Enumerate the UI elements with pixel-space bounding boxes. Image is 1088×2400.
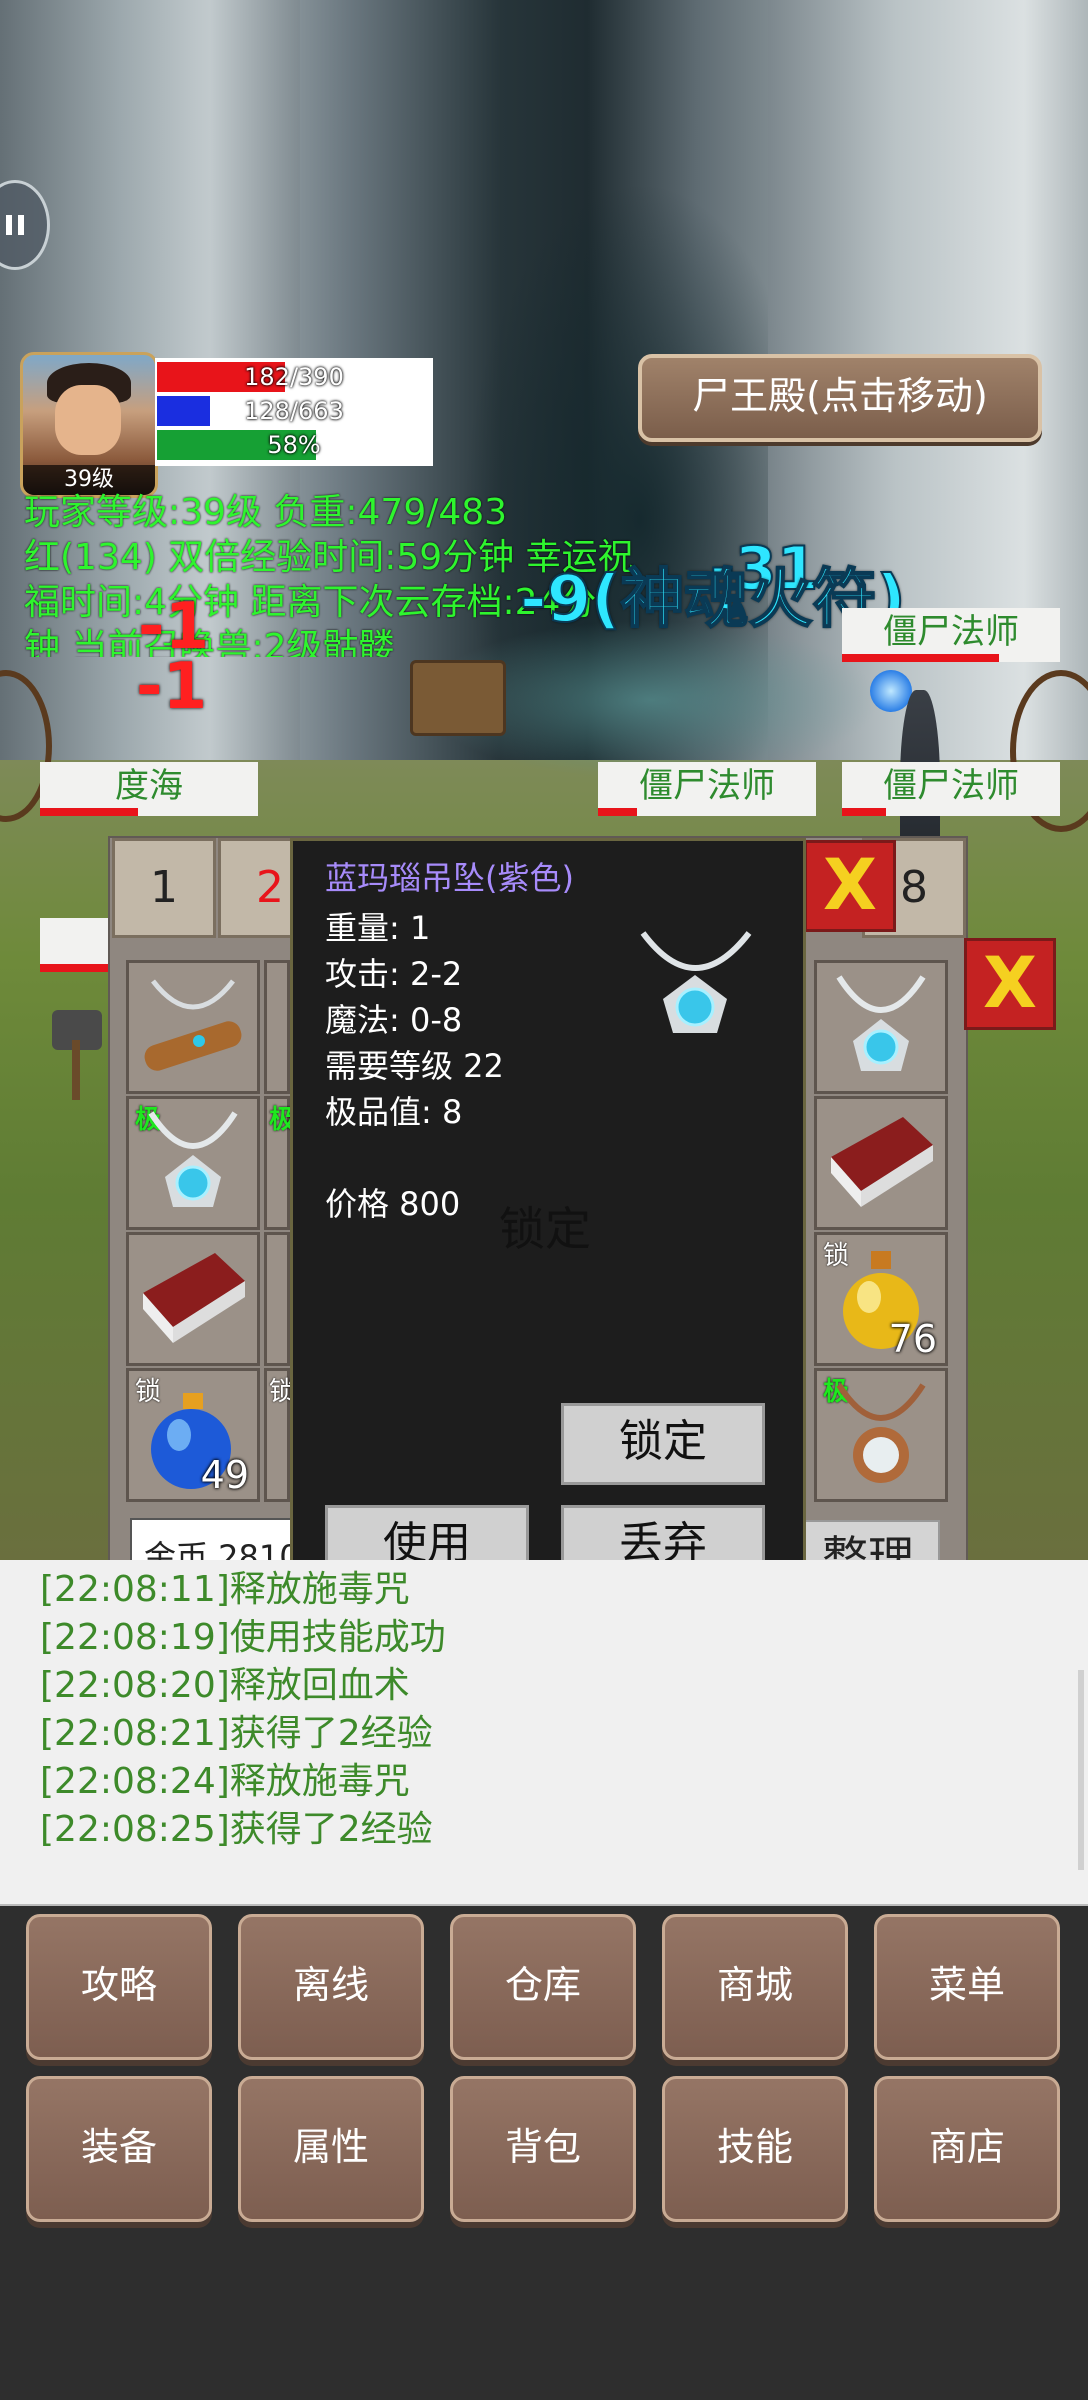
player-status-bars: 182/390 128/663 58% [155, 358, 433, 466]
hp-bar: 182/390 [157, 360, 431, 394]
battle-log[interactable]: [22:08:11]释放施毒咒 [22:08:19]使用技能成功 [22:08:… [0, 1560, 1088, 1906]
menu-button-mall[interactable]: 商城 [662, 1914, 848, 2060]
monster-tag[interactable]: 度海 [40, 762, 258, 816]
inventory-slot[interactable] [126, 1232, 260, 1366]
exp-bar: 58% [157, 428, 431, 462]
damage-number: -1 [136, 650, 208, 724]
hammer-handle [72, 1040, 80, 1100]
mp-text: 128/663 [244, 397, 344, 425]
inventory-slot-partial[interactable]: 极 [264, 1096, 295, 1230]
inventory-slot-partial[interactable] [264, 1232, 290, 1366]
hp-text: 182/390 [244, 363, 344, 391]
monster-name: 僵尸法师 [883, 766, 1019, 806]
locked-watermark: 锁定 [499, 1202, 591, 1256]
inventory-slot-partial[interactable] [264, 960, 290, 1094]
menu-button-equipment[interactable]: 装备 [26, 2076, 212, 2222]
item-price: 价格 800 [325, 1185, 461, 1223]
location-move-button[interactable]: 尸王殿(点击移动) [638, 354, 1042, 442]
necklace-icon [640, 931, 752, 1033]
menu-button-shop[interactable]: 商店 [874, 2076, 1060, 2222]
inventory-close-button[interactable]: X [804, 840, 896, 932]
inventory-slot[interactable] [814, 1096, 948, 1230]
necklace-icon [836, 975, 926, 1071]
close-icon: X [823, 844, 877, 926]
pause-icon-bar [6, 215, 12, 235]
log-line: [22:08:11]释放施毒咒 [40, 1569, 410, 1610]
mirror-necklace-icon [836, 1383, 926, 1483]
wooden-cart [410, 660, 506, 736]
log-line: [22:08:21]获得了2经验 [40, 1713, 433, 1754]
inventory-slot[interactable]: 锁 76 [814, 1232, 948, 1366]
monster-hp-bar [842, 654, 999, 662]
menu-button-attributes[interactable]: 属性 [238, 2076, 424, 2222]
necklace-icon [148, 1111, 238, 1207]
menu-button-backpack[interactable]: 背包 [450, 2076, 636, 2222]
log-line: [22:08:24]释放施毒咒 [40, 1761, 410, 1802]
close-icon: X [983, 942, 1037, 1024]
item-magic: 魔法: 0-8 [325, 1001, 463, 1039]
log-line: [22:08:25]获得了2经验 [40, 1809, 433, 1850]
menu-button-warehouse[interactable]: 仓库 [450, 1914, 636, 2060]
item-count: 76 [888, 1317, 937, 1361]
item-count: 49 [200, 1453, 249, 1497]
close-button-secondary[interactable]: X [964, 938, 1056, 1030]
inventory-slot[interactable]: 极 [126, 1096, 260, 1230]
monster-name: 僵尸法师 [883, 612, 1019, 652]
item-stats: 重量: 1 攻击: 2-2 魔法: 0-8 需要等级 22 极品值: 8 [325, 905, 504, 1135]
wooden-flute-icon [144, 979, 242, 1071]
item-detail-popup: 蓝玛瑙吊坠(紫色) 重量: 1 攻击: 2-2 魔法: 0-8 需要等级 22 … [290, 838, 806, 1616]
log-line: [22:08:19]使用技能成功 [40, 1617, 446, 1658]
item-name: 蓝玛瑙吊坠(紫色) [325, 859, 574, 897]
monster-tag[interactable]: 僵尸法师 [842, 608, 1060, 662]
avatar-face [55, 385, 121, 455]
menu-button-offline[interactable]: 离线 [238, 1914, 424, 2060]
info-line: 玩家等级:39级 负重:479/483 [24, 492, 508, 533]
menu-button-menu[interactable]: 菜单 [874, 1914, 1060, 2060]
monster-hp-bar [842, 808, 886, 816]
exp-text: 58% [267, 431, 321, 459]
item-required-level: 需要等级 22 [325, 1047, 504, 1085]
mp-bar: 128/663 [157, 394, 431, 428]
book-icon [831, 1117, 933, 1207]
item-weight: 重量: 1 [325, 909, 431, 947]
menu-button-guide[interactable]: 攻略 [26, 1914, 212, 2060]
monster-hp-bar [40, 808, 139, 816]
menu-button-skills[interactable]: 技能 [662, 2076, 848, 2222]
inventory-slot[interactable] [814, 960, 948, 1094]
monster-tag[interactable]: 僵尸法师 [842, 762, 1060, 816]
monster-tag[interactable]: 僵尸法师 [598, 762, 816, 816]
item-quality: 极品值: 8 [325, 1093, 463, 1131]
book-icon [143, 1253, 245, 1343]
log-scrollbar[interactable] [1078, 1670, 1084, 1870]
monster-tag-partial [40, 918, 112, 972]
monster-name: 度海 [115, 766, 183, 806]
inventory-slot-partial[interactable]: 锁 [264, 1368, 295, 1502]
inventory-tab-1[interactable]: 1 [112, 838, 216, 938]
pause-icon-bar [18, 215, 24, 235]
monster-hp-bar [40, 964, 112, 972]
player-avatar[interactable]: 39级 [20, 352, 158, 498]
item-attack: 攻击: 2-2 [325, 955, 463, 993]
inventory-slot[interactable]: 锁 49 [126, 1368, 260, 1502]
monster-hp-bar [598, 808, 638, 816]
log-line: [22:08:20]释放回血术 [40, 1665, 410, 1706]
magic-orb-icon [870, 670, 912, 712]
lock-button[interactable]: 锁定 [561, 1403, 765, 1485]
inventory-slot[interactable]: 极 [814, 1368, 948, 1502]
monster-name: 僵尸法师 [639, 766, 775, 806]
inventory-slot[interactable] [126, 960, 260, 1094]
